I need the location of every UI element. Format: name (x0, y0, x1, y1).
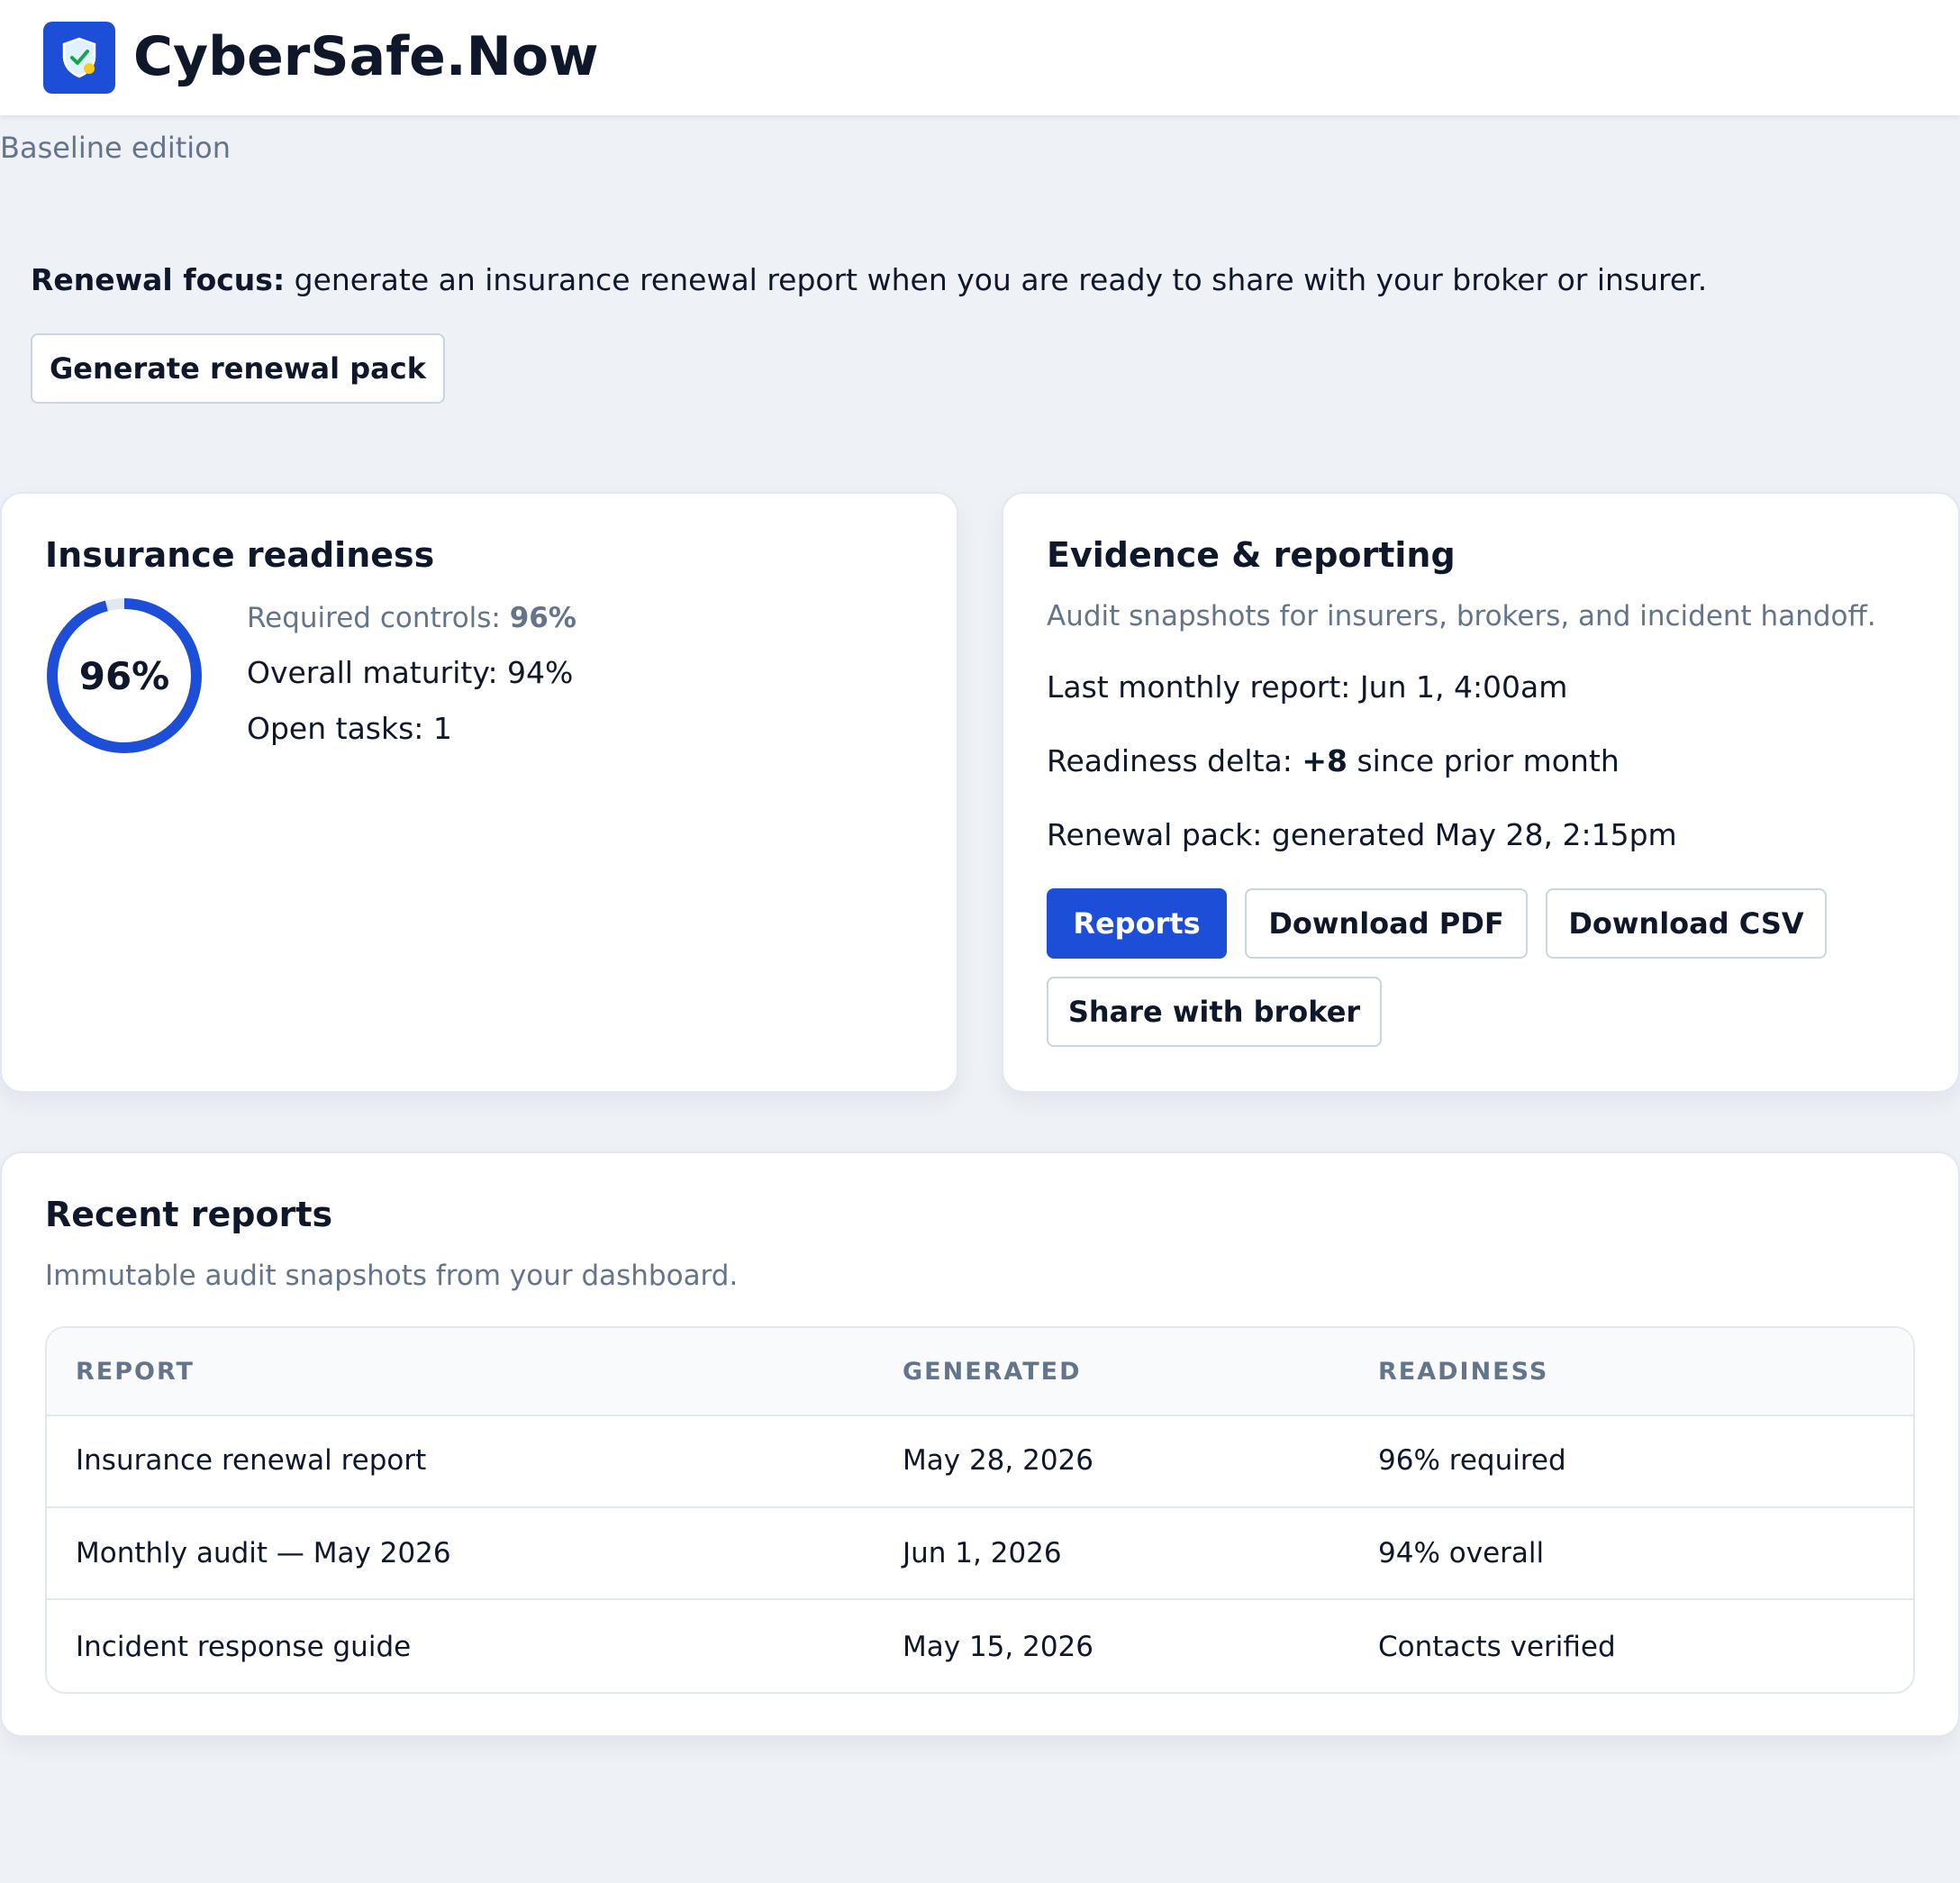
generated-date-cell: Jun 1, 2026 (903, 1537, 1062, 1569)
recent-reports-table: REPORT GENERATED READINESS Insurance ren… (45, 1326, 1915, 1694)
download-pdf-button[interactable]: Download PDF (1245, 888, 1528, 959)
download-csv-button[interactable]: Download CSV (1546, 888, 1827, 959)
readiness-delta-value: +8 (1302, 743, 1348, 778)
readiness-cell: 94% overall (1378, 1537, 1545, 1569)
readiness-ring-label: 96% (78, 653, 170, 698)
renewal-focus-description: generate an insurance renewal report whe… (285, 262, 1708, 297)
share-with-broker-button[interactable]: Share with broker (1047, 977, 1382, 1047)
reports-button[interactable]: Reports (1047, 888, 1227, 959)
renewal-pack-line: Renewal pack: generated May 28, 2:15pm (1047, 817, 1677, 852)
app-header: CyberSafe.Now (0, 0, 1960, 115)
generated-date-cell: May 28, 2026 (903, 1444, 1093, 1477)
required-controls-label: Required controls: (247, 602, 510, 634)
edition-label: Baseline edition (0, 131, 231, 165)
table-row[interactable]: Incident response guide May 15, 2026 Con… (47, 1600, 1913, 1692)
recent-reports-title: Recent reports (45, 1195, 333, 1234)
recent-reports-subtitle: Immutable audit snapshots from your dash… (45, 1260, 739, 1292)
table-header: REPORT GENERATED READINESS (47, 1328, 1913, 1416)
insurance-readiness-title: Insurance readiness (45, 535, 435, 575)
report-name-cell: Monthly audit — May 2026 (76, 1537, 451, 1569)
report-name-cell: Incident response guide (76, 1631, 412, 1663)
table-row[interactable]: Insurance renewal report May 28, 2026 96… (47, 1415, 1913, 1508)
column-header-generated[interactable]: GENERATED (903, 1328, 1082, 1415)
open-tasks-line: Open tasks: 1 (247, 711, 452, 746)
readiness-delta-suffix: since prior month (1348, 743, 1620, 778)
overall-maturity-line: Overall maturity: 94% (247, 655, 574, 690)
readiness-cell: Contacts verified (1378, 1631, 1616, 1663)
report-name-cell: Insurance renewal report (76, 1444, 427, 1477)
evidence-reporting-subtitle: Audit snapshots for insurers, brokers, a… (1047, 600, 1876, 632)
table-row[interactable]: Monthly audit — May 2026 Jun 1, 2026 94%… (47, 1508, 1913, 1600)
readiness-cell: 96% required (1378, 1444, 1566, 1477)
generate-renewal-pack-button[interactable]: Generate renewal pack (31, 333, 445, 404)
app-title: CyberSafe.Now (133, 25, 599, 88)
readiness-delta-prefix: Readiness delta: (1047, 743, 1302, 778)
column-header-readiness[interactable]: READINESS (1378, 1328, 1548, 1415)
column-header-report[interactable]: REPORT (76, 1328, 195, 1415)
required-controls-value: 96% (509, 602, 576, 634)
last-monthly-report-line: Last monthly report: Jun 1, 4:00am (1047, 669, 1568, 705)
readiness-delta-line: Readiness delta: +8 since prior month (1047, 741, 1620, 782)
generated-date-cell: May 15, 2026 (903, 1631, 1093, 1663)
insurance-readiness-card (0, 492, 958, 1093)
shield-check-icon (62, 37, 96, 78)
app-logo[interactable] (43, 22, 115, 94)
evidence-reporting-title: Evidence & reporting (1047, 535, 1456, 575)
readiness-ring: 96% (45, 596, 204, 755)
renewal-focus-text: Renewal focus: generate an insurance ren… (31, 259, 1707, 301)
renewal-focus-label: Renewal focus: (31, 262, 286, 297)
required-controls-line: Required controls: 96% (247, 598, 576, 638)
